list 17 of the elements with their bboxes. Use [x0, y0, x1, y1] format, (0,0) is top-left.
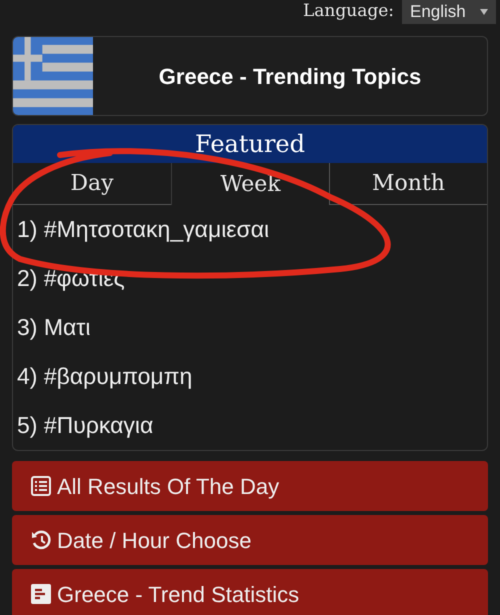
flag-icon: [13, 37, 93, 115]
topic-link[interactable]: 4) #βαρυμπομπη: [13, 352, 487, 401]
page-title: Greece - Trending Topics: [158, 62, 422, 91]
list-icon: [31, 476, 51, 496]
menu-button[interactable]: Date / Hour Choose: [12, 515, 488, 565]
dropdown-icon: [480, 9, 488, 15]
topic-link[interactable]: 1) #Μητσοτακη_γαμιεσαι: [13, 205, 487, 254]
language-select[interactable]: English: [402, 0, 496, 24]
topic-link[interactable]: 5) #Πυρκαγια: [13, 401, 487, 450]
chart-icon: [31, 584, 51, 604]
history-icon: [31, 530, 51, 550]
menu-button[interactable]: Greece - Trend Statistics: [12, 569, 488, 615]
topic-link[interactable]: 3) Ματι: [13, 303, 487, 352]
language-label: Language:: [302, 0, 394, 24]
featured-title: Featured: [195, 129, 305, 160]
period-tab[interactable]: Month: [329, 163, 487, 205]
menu-button[interactable]: All Results Of The Day: [12, 461, 488, 511]
